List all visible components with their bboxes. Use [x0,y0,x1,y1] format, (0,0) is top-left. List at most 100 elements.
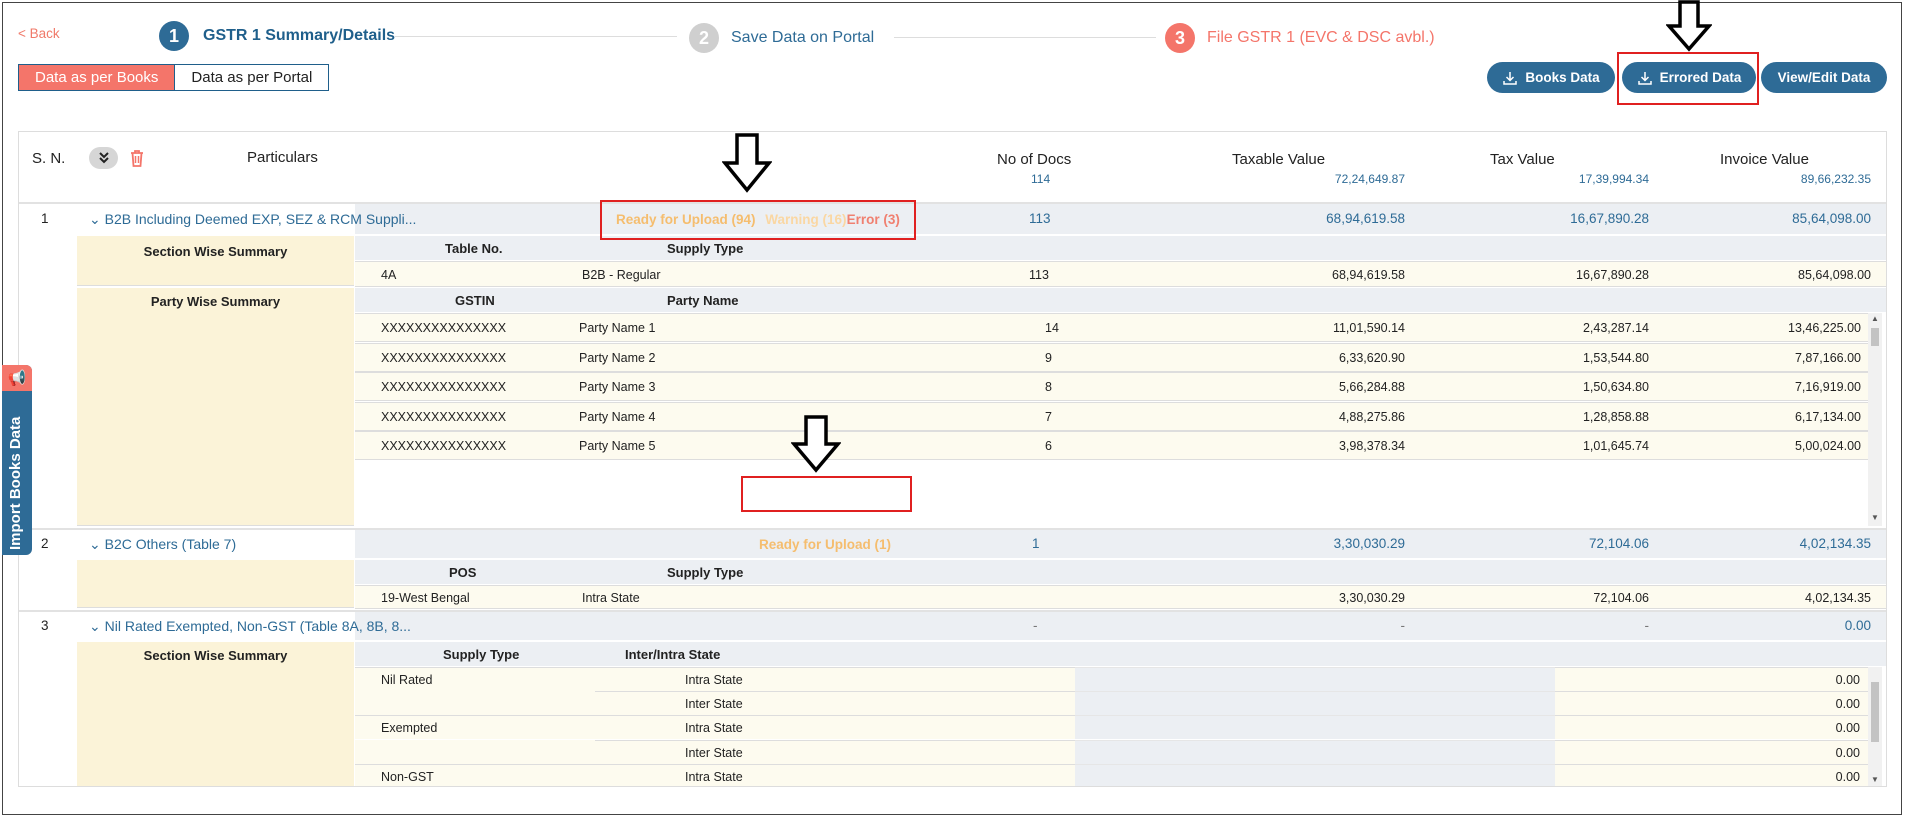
delete-icon[interactable] [129,149,145,167]
cell-tax: 1,50,634.80 [1582,380,1649,394]
cell-party-name: Party Name 3 [579,380,656,394]
sub-header-row: GSTIN Party Name [355,288,1886,312]
expand-all-icon[interactable] [89,147,118,169]
cell-supply-type-bg: Nil Rated [355,667,595,691]
section-row-b2c[interactable]: 2 ⌄ B2C Others (Table 7) Ready for Uploa… [19,528,1886,558]
cell-docs: 8 [1045,380,1052,394]
cell-supply-type-bg [355,739,595,764]
cell-state-bg: Intra State [595,667,1075,691]
section-title-nil-rated[interactable]: ⌄ Nil Rated Exempted, Non-GST (Table 8A,… [89,618,411,635]
cell-state-bg: Inter State [595,691,1075,716]
cell-inter-intra: Intra State [685,769,743,784]
import-books-data-tab[interactable]: 📢 Import Books Data [2,365,32,555]
cell-invoice: 7,16,919.00 [1794,380,1861,394]
table-row[interactable]: Non-GST Intra State 0.00 [355,763,1868,786]
chevron-down-icon[interactable]: ⌄ [89,211,101,227]
col-particulars: Particulars [247,149,318,166]
cell-taxable: 68,94,619.58 [1332,268,1405,282]
cell-taxable: 11,01,590.14 [1332,321,1405,335]
cell-inter-intra: Intra State [685,721,743,736]
cell-invoice: 0.00 [1835,697,1860,712]
section-sn: 2 [41,536,49,551]
col-sn: S. N. [32,150,66,167]
cell-invoice: 85,64,098.00 [1798,268,1871,282]
step-1-circle[interactable]: 1 [159,21,189,51]
step-connector [395,36,677,37]
nil-rated-list: Nil Rated Intra State 0.00 Inter State 0.00 E… [355,667,1886,786]
table-row[interactable]: Nil Rated Intra State 0.00 [355,667,1868,691]
cell-party-name: Party Name 1 [579,321,656,335]
cell-taxable: 5,66,284.88 [1338,380,1405,394]
cell-gstin: XXXXXXXXXXXXXXX [381,321,507,335]
cell-tax: 1,28,858.88 [1582,409,1649,424]
cell-state-bg: Intra State [595,715,1075,740]
cell-supply-type: Exempted [381,721,438,736]
table-row[interactable]: Inter State 0.00 [355,739,1868,764]
table-row[interactable]: 4A B2B - Regular 113 68,94,619.58 16,67,… [355,261,1886,287]
table-row[interactable]: Exempted Intra State 0.00 [355,715,1868,740]
section-title-text: B2C Others (Table 7) [104,536,237,552]
cell-gstin: XXXXXXXXXXXXXXX [381,439,507,453]
cell-value-bg: 0.00 [1555,667,1868,691]
section-tax: 16,67,890.28 [1570,211,1649,226]
section-wise-label-cell: Section Wise Summary [77,236,354,286]
scrollbar[interactable]: ▲ ▼ [1868,313,1882,526]
cell-invoice: 7,87,166.00 [1794,350,1861,365]
cell-state-bg: Intra State [595,763,1075,786]
section-sn: 1 [41,211,49,226]
table-row[interactable]: XXXXXXXXXXXXXXX Party Name 1 14 11,01,590.1… [355,313,1868,342]
cell-state-bg: Inter State [595,739,1075,764]
total-docs: 114 [1031,172,1051,186]
cell-supply-type: B2B - Regular [582,268,661,282]
table-row[interactable]: Inter State 0.00 [355,691,1868,716]
cell-taxable: 4,88,275.86 [1338,409,1405,424]
section-row-b2b[interactable]: 1 ⌄ B2B Including Deemed EXP, SEZ & RCM … [19,202,1886,234]
cell-gstin: XXXXXXXXXXXXXXX [381,380,507,394]
ready-for-upload-badge[interactable]: Ready for Upload (1) [759,537,891,552]
view-edit-data-button[interactable]: View/Edit Data [1761,62,1887,93]
step-1-label[interactable]: GSTR 1 Summary/Details [203,27,395,45]
section-wise-label: Section Wise Summary [143,244,288,259]
cell-party-name: Party Name 5 [579,439,656,453]
party-list: XXXXXXXXXXXXXXX Party Name 1 14 11,01,590.1… [355,313,1886,526]
section-title-b2b[interactable]: ⌄ B2B Including Deemed EXP, SEZ & RCM Su… [89,211,416,228]
chevron-down-icon[interactable]: ⌄ [89,618,101,634]
cell-supply-type-bg [355,691,595,716]
cell-invoice: 5,00,024.00 [1794,439,1861,453]
step-2-label[interactable]: Save Data on Portal [731,29,874,47]
step-3-circle[interactable]: 3 [1165,23,1195,53]
table-row[interactable]: XXXXXXXXXXXXXXX Party Name 2 9 6,33,620.90 1… [355,342,1868,372]
data-as-per-books-tab[interactable]: Data as per Books [19,65,175,90]
cell-gstin: XXXXXXXXXXXXXXX [381,409,507,424]
chevron-down-icon[interactable]: ⌄ [89,536,101,552]
cell-disabled [1075,691,1555,716]
col-no-of-docs: No of Docs [997,151,1072,168]
import-books-data-label: Import Books Data [7,416,24,550]
table-row[interactable]: XXXXXXXXXXXXXXX Party Name 3 8 5,66,284.88 1… [355,372,1868,401]
data-as-per-portal-tab[interactable]: Data as per Portal [174,65,329,90]
table-row[interactable]: 19-West Bengal Intra State 3,30,030.29 7… [355,585,1886,609]
step-3-label[interactable]: File GSTR 1 (EVC & DSC avbl.) [1207,29,1435,47]
section-row-nil-rated[interactable]: 3 ⌄ Nil Rated Exempted, Non-GST (Table 8… [19,610,1886,640]
table-row[interactable]: XXXXXXXXXXXXXXX Party Name 4 7 4,88,275.86 1… [355,401,1868,431]
back-link[interactable]: < Back [18,26,60,41]
sub-col-supply-type: Supply Type [667,241,744,256]
section-sn: 3 [41,618,49,633]
sub-col-gstin: GSTIN [455,293,495,308]
cell-docs: 9 [1045,350,1052,365]
col-tax-value: Tax Value [1490,151,1555,168]
view-edit-data-label: View/Edit Data [1777,70,1871,85]
section-title-b2c[interactable]: ⌄ B2C Others (Table 7) [89,536,236,553]
sub-header-row: Supply Type Inter/Intra State [355,642,1886,666]
table-row[interactable]: XXXXXXXXXXXXXXX Party Name 5 6 3,98,378.34 1… [355,431,1868,460]
sub-col-inter-intra: Inter/Intra State [625,647,721,662]
party-wise-label: Party Wise Summary [150,294,281,309]
step-2-circle[interactable]: 2 [689,23,719,53]
cell-disabled [1075,739,1555,764]
scrollbar[interactable]: ▼ [1868,667,1882,786]
section-tax: - [1644,618,1650,633]
section-taxable: 3,30,030.29 [1333,536,1405,551]
section-taxable: 68,94,619.58 [1326,211,1405,226]
books-data-button[interactable]: Books Data [1487,62,1615,93]
cell-supply-type: Non-GST [381,769,434,784]
